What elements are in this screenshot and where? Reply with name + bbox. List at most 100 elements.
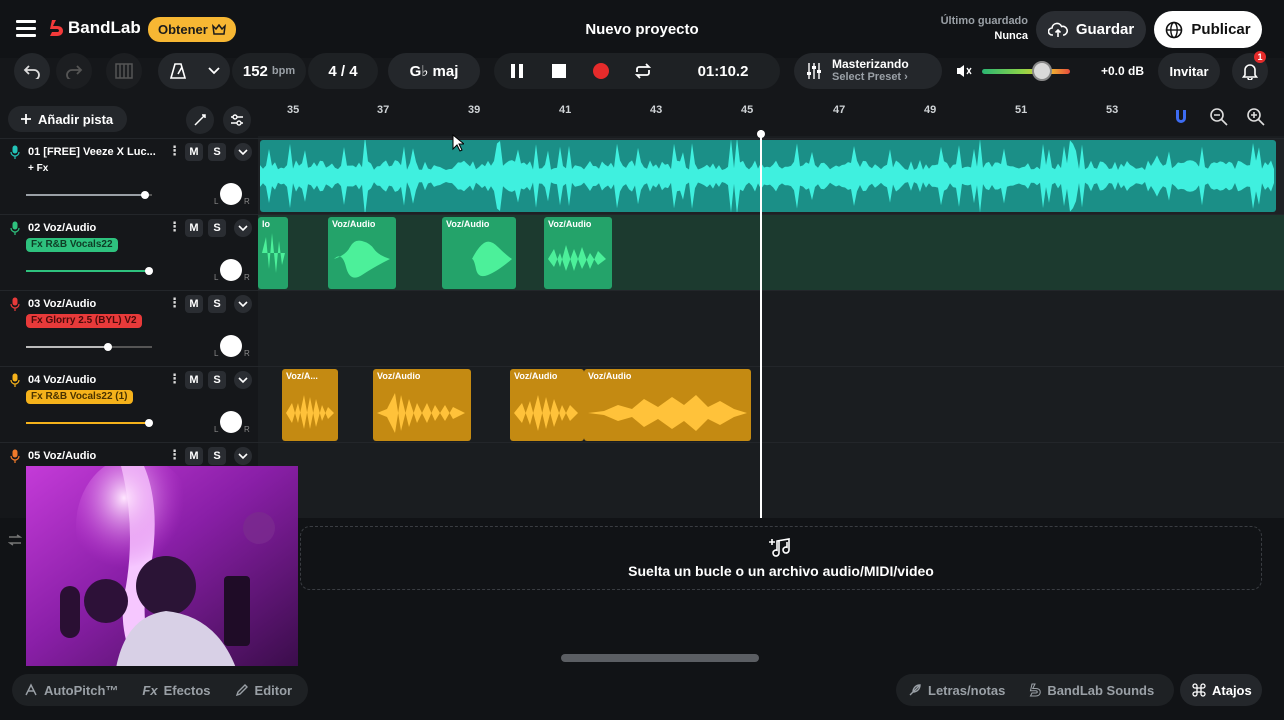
audio-clip[interactable]: Voz/Audio xyxy=(584,369,751,441)
master-volume-slider[interactable] xyxy=(982,69,1070,74)
undo-button[interactable] xyxy=(14,53,50,89)
track-header-2[interactable]: 02 Voz/Audio Fx R&B Vocals22 ⋮ M S LR xyxy=(0,214,258,290)
audio-clip[interactable]: Voz/Audio xyxy=(328,217,396,289)
key-selector[interactable]: G♭ maj xyxy=(388,53,480,89)
expand-track-button[interactable] xyxy=(234,219,252,237)
invite-button[interactable]: Invitar xyxy=(1158,53,1220,89)
pan-knob[interactable] xyxy=(220,183,242,205)
more-options-icon[interactable]: ⋮ xyxy=(168,143,181,159)
menu-icon[interactable] xyxy=(16,20,36,37)
volume-handle[interactable] xyxy=(145,267,153,275)
more-options-icon[interactable]: ⋮ xyxy=(168,295,181,311)
volume-handle[interactable] xyxy=(145,419,153,427)
more-options-icon[interactable]: ⋮ xyxy=(168,371,181,387)
editor-button[interactable]: Editor xyxy=(223,683,305,698)
track-lane-2[interactable]: lo Voz/Audio Voz/Audio Voz/Audio xyxy=(258,214,1284,290)
bpm-field[interactable]: 152 bpm xyxy=(232,53,306,89)
loop-button[interactable] xyxy=(625,53,661,89)
record-button[interactable] xyxy=(583,53,619,89)
track-name[interactable]: 05 Voz/Audio xyxy=(28,450,96,462)
publish-button[interactable]: Publicar xyxy=(1154,11,1262,48)
audio-clip[interactable]: Voz/Audio xyxy=(510,369,584,441)
zoom-in-icon[interactable] xyxy=(1245,106,1267,128)
track-settings-button[interactable] xyxy=(223,106,251,134)
shortcuts-button[interactable]: Atajos xyxy=(1180,683,1264,698)
zoom-out-icon[interactable] xyxy=(1208,106,1230,128)
solo-button[interactable]: S xyxy=(208,295,226,313)
fx-tag[interactable]: Fx R&B Vocals22 (1) xyxy=(26,390,133,404)
redo-button[interactable] xyxy=(56,53,92,89)
playhead[interactable] xyxy=(760,130,762,518)
mute-button[interactable]: M xyxy=(185,143,203,161)
audio-clip[interactable]: Voz/Audio xyxy=(373,369,471,441)
mute-button[interactable]: M xyxy=(185,295,203,313)
solo-button[interactable]: S xyxy=(208,143,226,161)
volume-handle[interactable] xyxy=(141,191,149,199)
audio-clip[interactable]: lo xyxy=(258,217,288,289)
lyrics-button[interactable]: Letras/notas xyxy=(896,683,1017,698)
snap-magnet-icon[interactable] xyxy=(1170,106,1192,128)
timeline-area[interactable]: 35 37 39 41 43 45 47 49 51 53 lo Voz/Aud… xyxy=(258,100,1284,518)
expand-track-button[interactable] xyxy=(234,447,252,465)
solo-button[interactable]: S xyxy=(208,371,226,389)
stop-button[interactable] xyxy=(541,53,577,89)
solo-button[interactable]: S xyxy=(208,219,226,237)
expand-track-button[interactable] xyxy=(234,371,252,389)
bandlab-logo[interactable]: BandLab xyxy=(48,18,141,38)
piano-roll-button[interactable] xyxy=(106,53,142,89)
pan-knob[interactable] xyxy=(220,259,242,281)
mute-button[interactable]: M xyxy=(185,219,203,237)
audio-clip[interactable]: Voz/A... xyxy=(282,369,338,441)
master-volume-toggle[interactable] xyxy=(946,53,982,89)
track-volume-slider[interactable] xyxy=(26,191,152,199)
get-membership-button[interactable]: Obtener xyxy=(148,17,236,42)
swap-icon[interactable] xyxy=(8,534,22,546)
track-name[interactable]: 04 Voz/Audio xyxy=(28,374,96,386)
file-drop-zone[interactable]: Suelta un bucle o un archivo audio/MIDI/… xyxy=(300,526,1262,590)
track-name[interactable]: 02 Voz/Audio xyxy=(28,222,96,234)
notifications-button[interactable]: 1 xyxy=(1232,51,1268,89)
pan-knob[interactable] xyxy=(220,411,242,433)
track-name[interactable]: 03 Voz/Audio xyxy=(28,298,96,310)
solo-button[interactable]: S xyxy=(208,447,226,465)
more-options-icon[interactable]: ⋮ xyxy=(168,447,181,463)
save-button[interactable]: Guardar xyxy=(1036,11,1146,48)
bar-ruler[interactable]: 35 37 39 41 43 45 47 49 51 53 xyxy=(258,100,1284,136)
bandlab-sounds-button[interactable]: BandLab Sounds xyxy=(1017,683,1166,698)
horizontal-scrollbar[interactable] xyxy=(561,654,759,662)
metronome-dropdown[interactable] xyxy=(158,53,230,89)
track-header-1[interactable]: 01 [FREE] Veeze X Luc... + Fx ⋮ M S LR xyxy=(0,138,258,214)
expand-track-button[interactable] xyxy=(234,295,252,313)
fx-tag[interactable]: Fx R&B Vocals22 xyxy=(26,238,118,252)
select-preset-link[interactable]: Select Preset › xyxy=(832,71,909,84)
track-lane-1[interactable] xyxy=(258,138,1284,214)
expand-track-button[interactable] xyxy=(234,143,252,161)
fx-tag[interactable]: + Fx xyxy=(26,162,53,176)
effects-button[interactable]: Fx Efectos xyxy=(130,683,222,698)
autopitch-button[interactable]: AutoPitch™ xyxy=(12,683,130,698)
mute-button[interactable]: M xyxy=(185,371,203,389)
master-volume-handle[interactable] xyxy=(1032,61,1052,81)
mute-button[interactable]: M xyxy=(185,447,203,465)
track-lane-4[interactable]: Voz/A... Voz/Audio Voz/Audio Voz/Audio xyxy=(258,366,1284,442)
mastering-button[interactable]: Masterizando Select Preset › xyxy=(794,53,942,89)
track-header-4[interactable]: 04 Voz/Audio Fx R&B Vocals22 (1) ⋮ M S L… xyxy=(0,366,258,442)
track-lane-5[interactable] xyxy=(258,442,1284,518)
pan-knob[interactable] xyxy=(220,335,242,357)
volume-handle[interactable] xyxy=(104,343,112,351)
automation-button[interactable] xyxy=(186,106,214,134)
time-signature-field[interactable]: 4 / 4 xyxy=(308,53,378,89)
track-volume-slider[interactable] xyxy=(26,343,152,351)
track-header-3[interactable]: 03 Voz/Audio Fx Glorry 2.5 (BYL) V2 ⋮ M … xyxy=(0,290,258,366)
audio-clip[interactable]: Voz/Audio xyxy=(544,217,612,289)
fx-tag[interactable]: Fx Glorry 2.5 (BYL) V2 xyxy=(26,314,142,328)
add-track-button[interactable]: Añadir pista xyxy=(8,106,127,132)
audio-clip[interactable]: Voz/Audio xyxy=(442,217,516,289)
audio-clip[interactable] xyxy=(260,140,1276,212)
track-lane-3[interactable] xyxy=(258,290,1284,366)
track-volume-slider[interactable] xyxy=(26,419,153,427)
track-name[interactable]: 01 [FREE] Veeze X Luc... xyxy=(28,146,156,158)
track-volume-slider[interactable] xyxy=(26,267,153,275)
pause-button[interactable] xyxy=(499,53,535,89)
more-options-icon[interactable]: ⋮ xyxy=(168,219,181,235)
